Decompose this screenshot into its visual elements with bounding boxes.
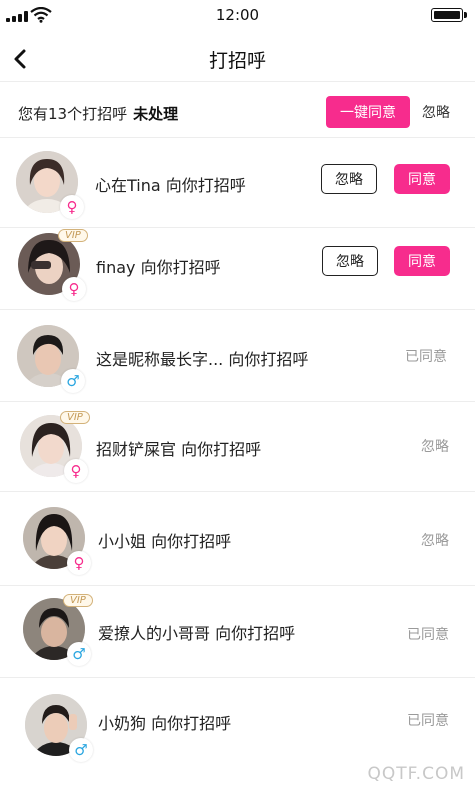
request-status: 已同意	[405, 349, 447, 365]
watermark: QQTF.COM	[367, 764, 465, 784]
gender-female-icon: ♀	[67, 551, 91, 575]
gender-male-icon: ♂	[69, 738, 93, 762]
greeting-message: 小奶狗 向你打招呼	[98, 714, 232, 733]
status-time: 12:00	[215, 6, 260, 24]
request-status: 已同意	[407, 627, 449, 643]
ignore-button[interactable]: 忽略	[321, 164, 377, 194]
ignore-all-button[interactable]: 忽略	[422, 102, 450, 122]
vip-badge: VIP	[60, 411, 90, 424]
gender-female-icon: ♀	[62, 277, 86, 301]
summary-bar: 您有13个打招呼 未处理 一键同意 忽略	[0, 88, 475, 138]
ignore-button[interactable]: 忽略	[322, 246, 378, 276]
gender-male-icon: ♂	[61, 369, 85, 393]
nav-bar: 打招呼	[0, 36, 475, 82]
gender-female-icon: ♀	[64, 459, 88, 483]
greeting-message: 小小姐 向你打招呼	[98, 532, 232, 551]
list-item[interactable]: ♀ 小小姐 向你打招呼 忽略	[0, 492, 475, 586]
status-bar: 12:00	[0, 0, 475, 30]
list-item[interactable]: ♀ 心在Tina 向你打招呼 忽略 同意	[0, 138, 475, 228]
greeting-message: finay 向你打招呼	[96, 258, 221, 277]
request-status: 忽略	[421, 439, 449, 455]
greeting-message: 招财铲屎官 向你打招呼	[96, 440, 262, 459]
gender-male-icon: ♂	[67, 642, 91, 666]
agree-button[interactable]: 同意	[394, 246, 450, 276]
list-item[interactable]: VIP ♀ finay 向你打招呼 忽略 同意	[0, 228, 475, 310]
summary-text: 您有13个打招呼 未处理	[18, 105, 179, 123]
greeting-message: 这是昵称最长字... 向你打招呼	[96, 350, 309, 369]
list-item[interactable]: VIP ♂ 爱撩人的小哥哥 向你打招呼 已同意	[0, 586, 475, 678]
list-item[interactable]: VIP ♀ 招财铲屎官 向你打招呼 忽略	[0, 402, 475, 492]
greeting-message: 爱撩人的小哥哥 向你打招呼	[98, 624, 296, 643]
battery-icon	[431, 8, 467, 22]
list-item[interactable]: ♂ 这是昵称最长字... 向你打招呼 已同意	[0, 310, 475, 402]
summary-emphasis: 未处理	[133, 105, 179, 123]
greeting-message: 心在Tina 向你打招呼	[95, 176, 246, 195]
agree-button[interactable]: 同意	[394, 164, 450, 194]
request-status: 忽略	[421, 533, 449, 549]
vip-badge: VIP	[58, 229, 88, 242]
vip-badge: VIP	[63, 594, 93, 607]
page-title: 打招呼	[208, 50, 266, 72]
request-status: 已同意	[407, 713, 449, 729]
agree-all-button[interactable]: 一键同意	[326, 96, 410, 128]
gender-female-icon: ♀	[60, 195, 84, 219]
